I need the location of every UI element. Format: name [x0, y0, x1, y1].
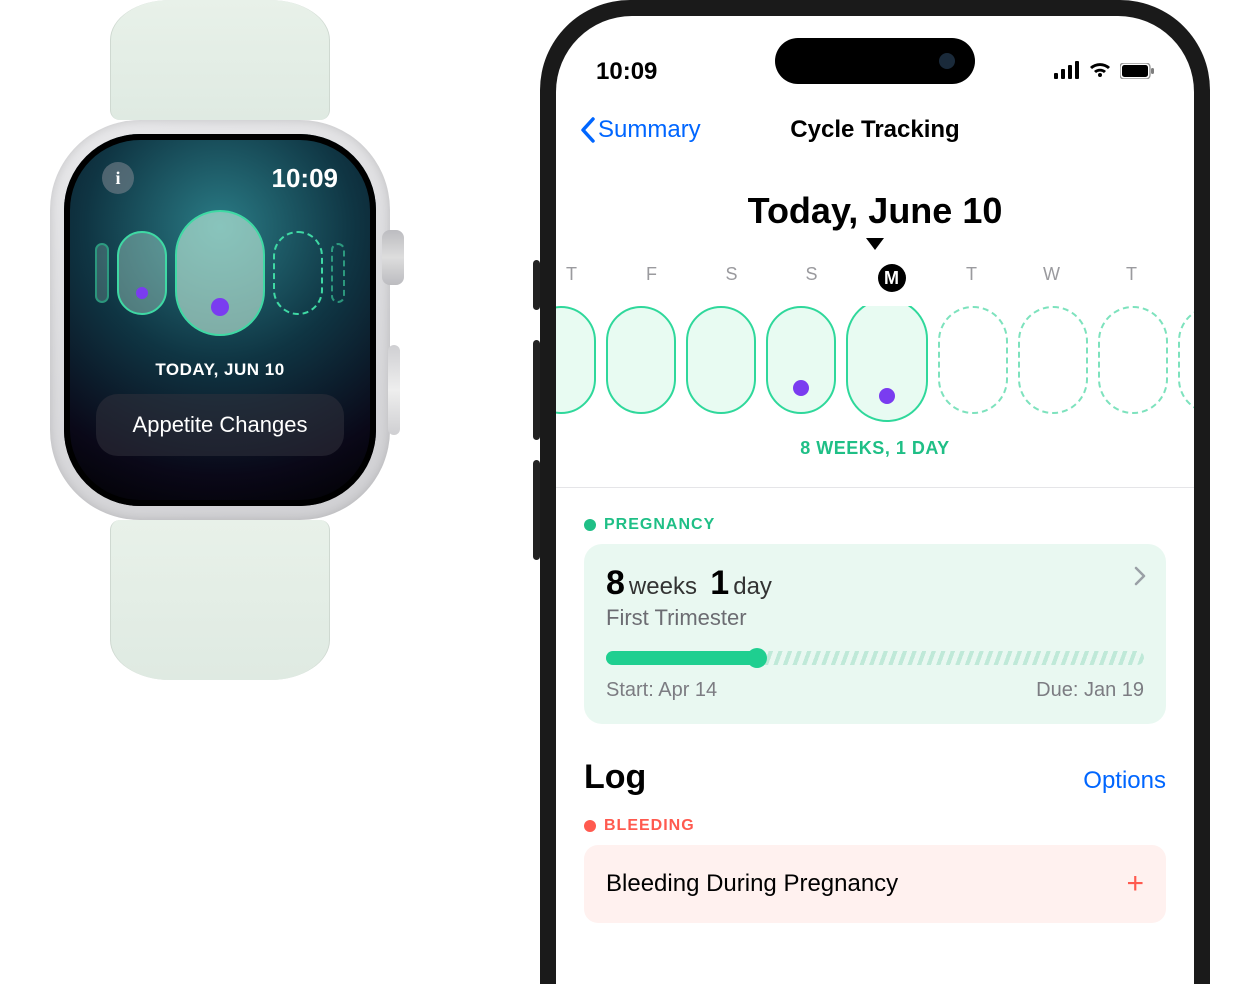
day-oval-future[interactable]	[938, 306, 1008, 414]
dynamic-island	[775, 38, 975, 84]
day-letter[interactable]: S	[692, 264, 772, 292]
chevron-right-icon	[1134, 566, 1146, 592]
watch-logged-symptom[interactable]: Appetite Changes	[96, 394, 344, 456]
pregnancy-progress	[606, 651, 1144, 665]
day-oval[interactable]	[686, 306, 756, 414]
wifi-icon	[1088, 58, 1112, 86]
cellular-icon	[1054, 58, 1080, 86]
day-oval-today[interactable]	[175, 210, 265, 336]
watch-case: i 10:09 TODAY, JUN 10 Appetite Changes	[50, 120, 390, 520]
day-oval[interactable]	[556, 306, 596, 414]
dot-icon	[584, 820, 596, 832]
phone-ringer-switch[interactable]	[533, 260, 540, 310]
day-letter[interactable]: T	[556, 264, 612, 292]
today-marker-icon	[556, 238, 1194, 250]
today-heading: Today, June 10	[556, 190, 1194, 232]
day-oval[interactable]	[117, 231, 167, 315]
day-oval-today[interactable]	[846, 306, 928, 422]
bleeding-item-label: Bleeding During Pregnancy	[606, 870, 898, 898]
watch-side-button[interactable]	[388, 345, 400, 435]
back-button[interactable]: Summary	[580, 116, 701, 144]
nav-bar: Summary Cycle Tracking	[556, 96, 1194, 164]
day-letter[interactable]: S	[772, 264, 852, 292]
day-letter[interactable]: M	[852, 264, 932, 292]
gestational-age-caption: 8 WEEKS, 1 DAY	[556, 438, 1194, 488]
iphone-device: 10:09 Summary C	[540, 0, 1210, 984]
day-letter[interactable]: T	[1092, 264, 1172, 292]
pregnancy-start: Start: Apr 14	[606, 679, 717, 702]
day-letters-row: TFSSMTWT	[556, 250, 1194, 292]
phone-volume-up[interactable]	[533, 340, 540, 440]
day-oval-future[interactable]	[1018, 306, 1088, 414]
pregnancy-age: 8weeks 1day	[606, 564, 1144, 603]
bleeding-log-row[interactable]: Bleeding During Pregnancy +	[584, 845, 1166, 923]
chevron-left-icon	[580, 117, 596, 143]
back-label: Summary	[598, 116, 701, 144]
pregnancy-card[interactable]: 8weeks 1day First Trimester Start: Apr 1…	[584, 544, 1166, 724]
plus-icon[interactable]: +	[1126, 867, 1144, 901]
day-oval-future[interactable]	[331, 243, 345, 303]
day-oval-future[interactable]	[273, 231, 323, 315]
status-time: 10:09	[596, 58, 657, 86]
watch-band-bottom	[110, 520, 330, 680]
digital-crown[interactable]	[382, 230, 404, 285]
info-icon[interactable]: i	[102, 162, 134, 194]
pregnancy-section-label: PREGNANCY	[584, 516, 1166, 534]
watch-time: 10:09	[272, 163, 339, 194]
phone-volume-down[interactable]	[533, 460, 540, 560]
watch-screen: i 10:09 TODAY, JUN 10 Appetite Changes	[64, 134, 376, 506]
battery-icon	[1120, 58, 1154, 86]
day-letter[interactable]: F	[612, 264, 692, 292]
phone-day-scroller[interactable]	[556, 306, 1194, 422]
day-oval[interactable]	[606, 306, 676, 414]
pregnancy-due: Due: Jan 19	[1036, 679, 1144, 702]
day-oval[interactable]	[766, 306, 836, 414]
page-title: Cycle Tracking	[790, 116, 959, 144]
log-title: Log	[584, 758, 646, 797]
apple-watch-device: i 10:09 TODAY, JUN 10 Appetite Changes	[50, 0, 390, 680]
phone-screen: 10:09 Summary C	[556, 16, 1194, 984]
dot-icon	[584, 519, 596, 531]
day-letter[interactable]: W	[1012, 264, 1092, 292]
day-oval-future[interactable]	[1178, 306, 1194, 414]
bleeding-section-label: BLEEDING	[584, 817, 1166, 835]
trimester-label: First Trimester	[606, 605, 1144, 631]
day-letter[interactable]: T	[932, 264, 1012, 292]
day-oval[interactable]	[95, 243, 109, 303]
watch-band-top	[110, 0, 330, 120]
watch-date-label: TODAY, JUN 10	[88, 360, 352, 380]
watch-day-scroller[interactable]	[88, 208, 352, 338]
day-oval-future[interactable]	[1098, 306, 1168, 414]
options-button[interactable]: Options	[1083, 767, 1166, 795]
